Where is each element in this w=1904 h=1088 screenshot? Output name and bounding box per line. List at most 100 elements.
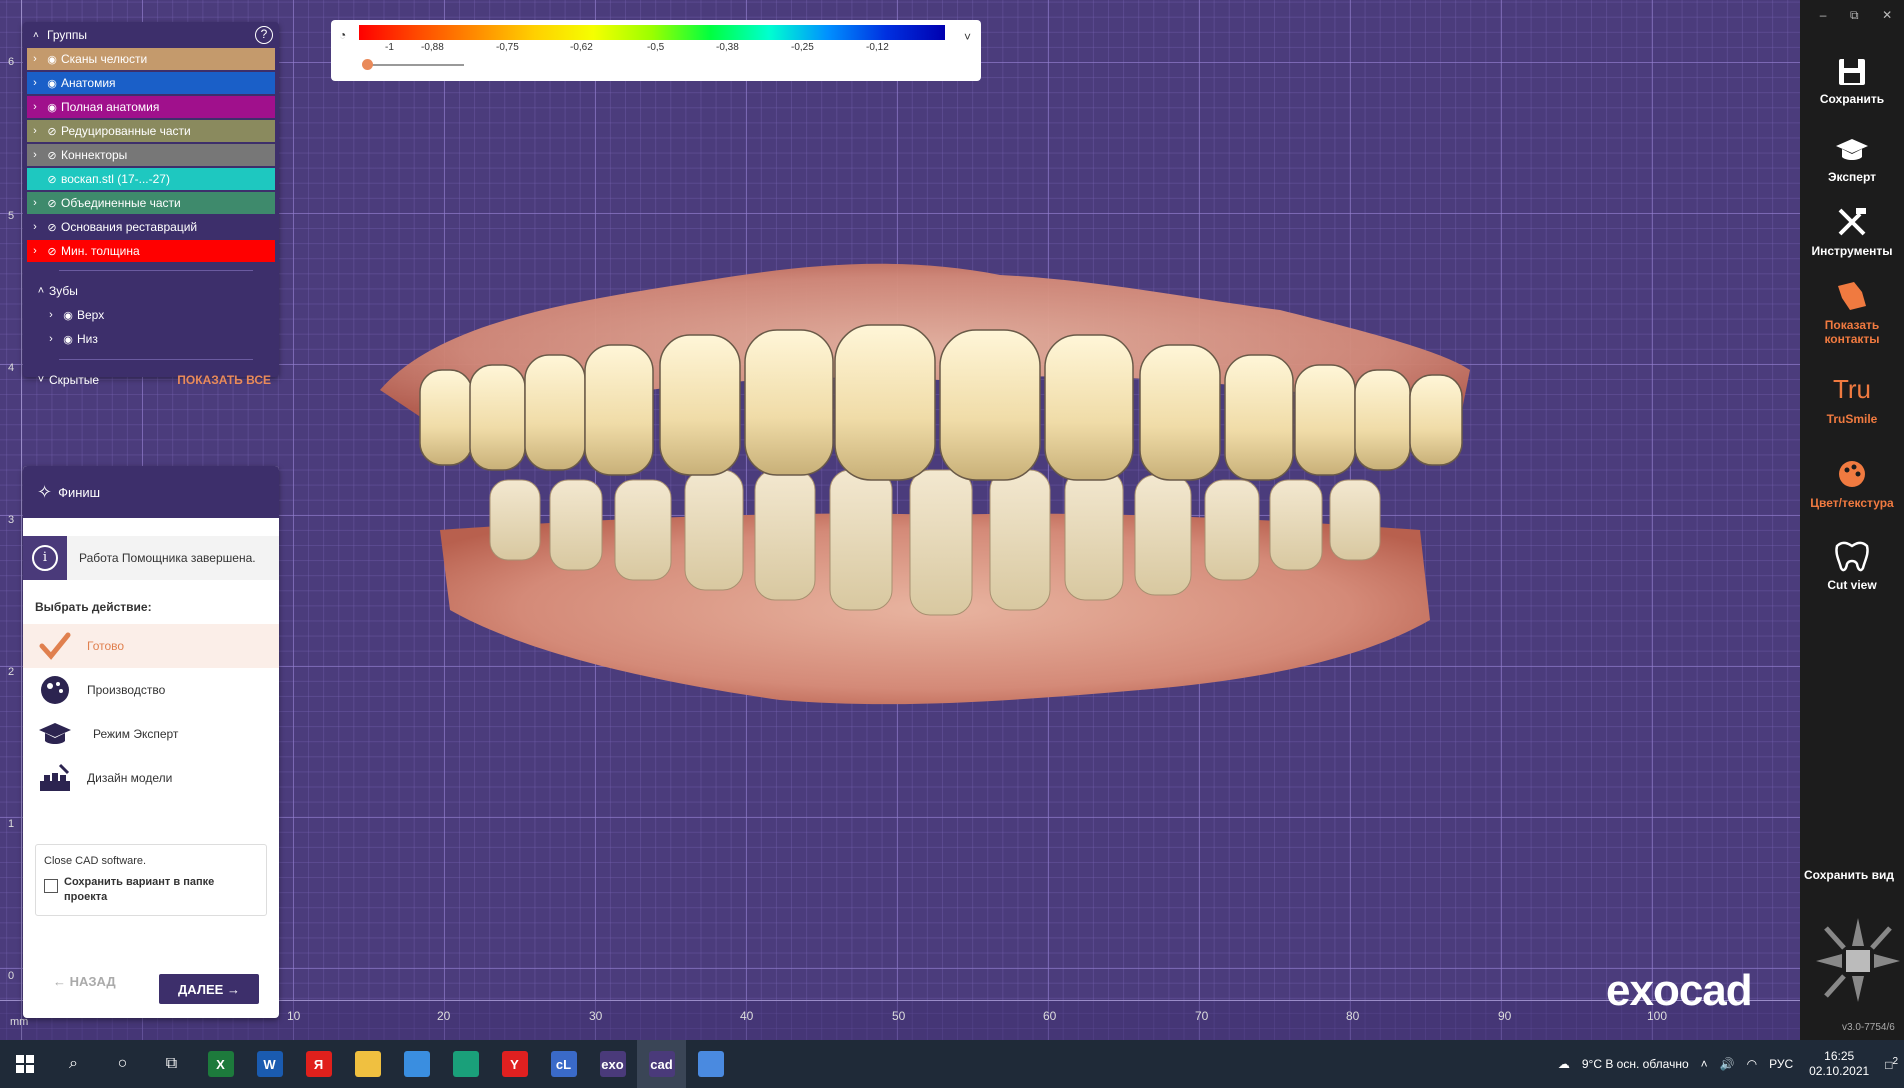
- action-model-design[interactable]: Дизайн модели: [23, 756, 279, 800]
- taskbar-app[interactable]: cL: [539, 1040, 588, 1088]
- hidden-header[interactable]: ˅ Скрытые ПОКАЗАТЬ ВСЕ: [23, 368, 279, 392]
- close-options-box: Close CAD software. Сохранить вариант в …: [35, 844, 267, 916]
- group-row[interactable]: › ◉ Анатомия: [27, 72, 275, 94]
- group-row[interactable]: › ⊘ Основания реставраций: [27, 216, 275, 238]
- color-scale-bar: [359, 25, 945, 40]
- group-row[interactable]: › ⊘ Редуцированные части: [27, 120, 275, 142]
- chevron-right-icon[interactable]: ›: [27, 221, 43, 233]
- action-production[interactable]: Производство: [23, 668, 279, 712]
- chevron-right-icon[interactable]: ›: [27, 125, 43, 137]
- teeth-header[interactable]: ˄ Зубы: [23, 279, 279, 303]
- volume-icon[interactable]: 🔊: [1720, 1057, 1735, 1071]
- color-texture-button[interactable]: Цвет/текстура: [1800, 456, 1904, 510]
- save-button[interactable]: Сохранить: [1800, 56, 1904, 106]
- taskbar-app[interactable]: [343, 1040, 392, 1088]
- trusmile-label: TruSmile: [1826, 412, 1878, 426]
- taskbar-app[interactable]: exo: [588, 1040, 637, 1088]
- chevron-right-icon[interactable]: ›: [27, 245, 43, 257]
- eye-icon[interactable]: ◉: [43, 101, 61, 114]
- scale-slider-track[interactable]: [364, 64, 464, 66]
- groups-header[interactable]: ˄ Группы ?: [23, 22, 279, 48]
- eye-icon[interactable]: ◉: [43, 77, 61, 90]
- dental-model[interactable]: [380, 260, 1490, 780]
- clock[interactable]: 16:25 02.10.2021: [1809, 1049, 1869, 1079]
- eye-icon[interactable]: ◉: [59, 333, 77, 346]
- hammer-wrench-icon: [1838, 208, 1866, 236]
- eye-hidden-icon[interactable]: ⊘: [43, 173, 61, 186]
- chevron-right-icon[interactable]: ›: [27, 77, 43, 89]
- production-icon: [37, 674, 73, 706]
- save-view-label[interactable]: Сохранить вид: [1804, 868, 1894, 882]
- gauge-icon[interactable]: ◔: [339, 28, 346, 42]
- next-button[interactable]: ДАЛЕЕ →: [159, 974, 259, 1004]
- eye-icon[interactable]: ◉: [59, 309, 77, 322]
- eye-hidden-icon[interactable]: ⊘: [43, 221, 61, 234]
- teeth-item-lower[interactable]: › ◉ Низ: [23, 327, 279, 351]
- scale-tick: -0,12: [866, 42, 889, 53]
- trusmile-button[interactable]: Tru TruSmile: [1800, 374, 1904, 426]
- help-icon[interactable]: ?: [255, 26, 273, 44]
- chevron-right-icon[interactable]: ›: [27, 197, 43, 209]
- group-label: Основания реставраций: [61, 220, 198, 234]
- group-row[interactable]: › ◉ Сканы челюсти: [27, 48, 275, 70]
- restore-icon[interactable]: ⧉: [1850, 8, 1859, 23]
- close-icon[interactable]: ✕: [1882, 8, 1892, 23]
- action-expert-mode[interactable]: Режим Эксперт: [23, 712, 279, 756]
- taskbar-app[interactable]: [392, 1040, 441, 1088]
- wifi-icon[interactable]: ◠: [1747, 1057, 1757, 1071]
- cortana-icon[interactable]: ○: [98, 1040, 147, 1088]
- action-done[interactable]: Готово: [23, 624, 279, 668]
- taskbar-app[interactable]: X: [196, 1040, 245, 1088]
- scale-tick: -0,62: [570, 42, 593, 53]
- minimize-icon[interactable]: –: [1820, 8, 1827, 23]
- taskbar-app[interactable]: Я: [294, 1040, 343, 1088]
- language-indicator[interactable]: РУС: [1769, 1057, 1793, 1071]
- group-row[interactable]: › ⊘ Объединенные части: [27, 192, 275, 214]
- group-row[interactable]: ⊘ воскап.stl (17-...-27): [27, 168, 275, 190]
- cut-view-button[interactable]: Cut view: [1800, 538, 1904, 592]
- group-row[interactable]: › ⊘ Мин. толщина: [27, 240, 275, 262]
- chevron-up-icon[interactable]: ˄: [1701, 1057, 1708, 1071]
- save-variant-checkbox[interactable]: [44, 879, 58, 893]
- start-button[interactable]: [0, 1040, 49, 1088]
- scale-tick: -0,88: [421, 42, 444, 53]
- choose-action-label: Выбрать действие:: [35, 600, 152, 614]
- chevron-right-icon[interactable]: ›: [27, 149, 43, 161]
- arrow-right-icon: →: [223, 981, 240, 997]
- taskbar-app[interactable]: cad: [637, 1040, 686, 1088]
- chevron-right-icon[interactable]: ›: [27, 53, 43, 65]
- group-row[interactable]: › ◉ Полная анатомия: [27, 96, 275, 118]
- eye-hidden-icon[interactable]: ⊘: [43, 245, 61, 258]
- weather-text[interactable]: 9°C В осн. облачно: [1582, 1057, 1689, 1071]
- eye-icon[interactable]: ◉: [43, 53, 61, 66]
- taskbar-app[interactable]: [686, 1040, 735, 1088]
- back-button[interactable]: ← НАЗАД: [53, 974, 116, 989]
- info-message: i Работа Помощника завершена.: [23, 536, 279, 580]
- chevron-down-icon[interactable]: ˅: [964, 30, 971, 44]
- ruler-label: 30: [589, 1009, 603, 1023]
- show-all-button[interactable]: ПОКАЗАТЬ ВСЕ: [177, 373, 271, 387]
- app-icon: [354, 1051, 381, 1077]
- taskbar-app[interactable]: Y: [490, 1040, 539, 1088]
- view-navigator-icon[interactable]: [1812, 910, 1904, 1010]
- save-variant-option[interactable]: Сохранить вариант в папке проекта: [44, 875, 258, 905]
- scale-slider-handle[interactable]: [362, 59, 373, 70]
- teeth-item-label: Низ: [77, 332, 98, 346]
- app-icon: [403, 1051, 430, 1077]
- eye-hidden-icon[interactable]: ⊘: [43, 149, 61, 162]
- eye-hidden-icon[interactable]: ⊘: [43, 125, 61, 138]
- eye-hidden-icon[interactable]: ⊘: [43, 197, 61, 210]
- groups-title: Группы: [47, 28, 87, 42]
- tools-button[interactable]: Инструменты: [1800, 204, 1904, 258]
- arrow-left-icon: ←: [53, 974, 70, 989]
- taskbar-app[interactable]: [441, 1040, 490, 1088]
- taskbar-app[interactable]: W: [245, 1040, 294, 1088]
- chevron-right-icon[interactable]: ›: [27, 101, 43, 113]
- show-contacts-button[interactable]: Показать контакты: [1800, 278, 1904, 346]
- group-row[interactable]: › ⊘ Коннекторы: [27, 144, 275, 166]
- teeth-item-upper[interactable]: › ◉ Верх: [23, 303, 279, 327]
- search-icon[interactable]: ⌕: [49, 1040, 98, 1088]
- task-view-icon[interactable]: ⧉: [147, 1040, 196, 1088]
- notification-icon[interactable]: □2: [1885, 1056, 1898, 1072]
- expert-button[interactable]: Эксперт: [1800, 136, 1904, 184]
